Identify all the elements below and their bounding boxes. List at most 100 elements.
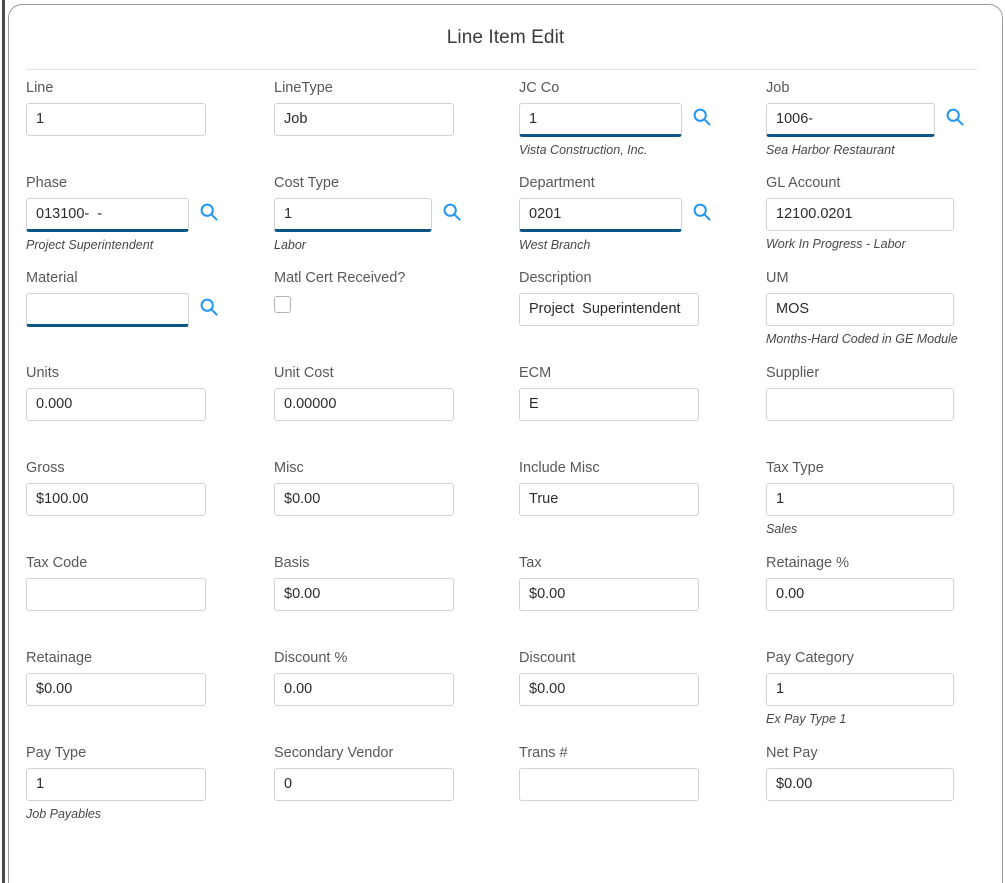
supplier-input-wrap — [766, 388, 954, 421]
line-item-edit-card: Line Item Edit Line 1 LineType Job JC Co 1 Vis… — [8, 4, 1003, 883]
phase-input-wrap: 013100- - — [26, 198, 219, 232]
discount-percent-label: Discount % — [274, 650, 348, 666]
misc-input[interactable]: $0.00 — [274, 483, 454, 516]
misc-input-wrap: $0.00 — [274, 483, 454, 516]
form-row: Phase 013100- - Project Superintendent Cost… — [9, 174, 1002, 269]
pay-category-helper-text: Ex Pay Type 1 — [766, 712, 847, 726]
description-label: Description — [519, 270, 592, 286]
search-icon[interactable] — [945, 107, 965, 127]
department-input-wrap: 0201 — [519, 198, 712, 232]
line-type-input[interactable]: Job — [274, 103, 454, 136]
field-department: Department 0201 West Branch — [519, 174, 712, 252]
line-label: Line — [26, 80, 54, 96]
pay-type-input[interactable]: 1 — [26, 768, 206, 801]
field-net-pay: Net Pay $0.00 — [766, 744, 954, 801]
page-title: Line Item Edit — [446, 27, 565, 48]
include-misc-input[interactable]: True — [519, 483, 699, 516]
search-icon[interactable] — [692, 202, 712, 222]
field-discount: Discount $0.00 — [519, 649, 699, 706]
search-icon[interactable] — [442, 202, 462, 222]
cost-type-input-wrap: 1 — [274, 198, 462, 232]
field-secondary-vendor: Secondary Vendor 0 — [274, 744, 454, 801]
material-input-wrap — [26, 293, 219, 327]
um-input-wrap: MOS — [766, 293, 958, 326]
supplier-input[interactable] — [766, 388, 954, 421]
form-row: Tax Code Basis $0.00 Tax $0.00 Retainage % 0.0… — [9, 554, 1002, 649]
job-input-wrap: 1006- — [766, 103, 965, 137]
gross-input-wrap: $100.00 — [26, 483, 206, 516]
pay-category-input[interactable]: 1 — [766, 673, 954, 706]
line-input[interactable]: 1 — [26, 103, 206, 136]
phase-input[interactable]: 013100- - — [26, 198, 189, 232]
discount-percent-input-wrap: 0.00 — [274, 673, 454, 706]
field-units: Units 0.000 — [26, 364, 206, 421]
pay-category-input-wrap: 1 — [766, 673, 954, 706]
discount-input[interactable]: $0.00 — [519, 673, 699, 706]
supplier-label: Supplier — [766, 365, 820, 381]
description-input[interactable]: Project Superintendent — [519, 293, 699, 326]
matl-cert-received-label: Matl Cert Received? — [274, 270, 406, 286]
form-row: Units 0.000 Unit Cost 0.00000 ECM E Supplier — [9, 364, 1002, 459]
ecm-input[interactable]: E — [519, 388, 699, 421]
tax-type-input[interactable]: 1 — [766, 483, 954, 516]
tax-type-helper-text: Sales — [766, 522, 798, 536]
material-input[interactable] — [26, 293, 189, 327]
field-material: Material — [26, 269, 219, 327]
tax-input-wrap: $0.00 — [519, 578, 699, 611]
include-misc-label: Include Misc — [519, 460, 600, 476]
unit-cost-input[interactable]: 0.00000 — [274, 388, 454, 421]
cost-type-input[interactable]: 1 — [274, 198, 432, 232]
gl-account-input[interactable]: 12100.0201 — [766, 198, 954, 231]
form-row: Material Matl Cert Received? Description Pr… — [9, 269, 1002, 364]
unit-cost-input-wrap: 0.00000 — [274, 388, 454, 421]
gross-input[interactable]: $100.00 — [26, 483, 206, 516]
net-pay-input-wrap: $0.00 — [766, 768, 954, 801]
gl-account-input-wrap: 12100.0201 — [766, 198, 954, 231]
form-row: Retainage $0.00 Discount % 0.00 Discount $0.0… — [9, 649, 1002, 744]
department-input[interactable]: 0201 — [519, 198, 682, 232]
vertical-scrollbar[interactable] — [0, 0, 5, 883]
ecm-label: ECM — [519, 365, 552, 381]
tax-code-input[interactable] — [26, 578, 206, 611]
line-type-input-wrap: Job — [274, 103, 454, 136]
scrollbar-thumb[interactable] — [2, 0, 5, 883]
retainage-percent-input-wrap: 0.00 — [766, 578, 954, 611]
form-row: Gross $100.00 Misc $0.00 Include Misc True Tax… — [9, 459, 1002, 554]
jc-co-input[interactable]: 1 — [519, 103, 682, 137]
jc-co-helper-text: Vista Construction, Inc. — [519, 143, 648, 157]
retainage-percent-input[interactable]: 0.00 — [766, 578, 954, 611]
field-basis: Basis $0.00 — [274, 554, 454, 611]
pay-type-label: Pay Type — [26, 745, 87, 761]
misc-label: Misc — [274, 460, 304, 476]
jc-co-label: JC Co — [519, 80, 560, 96]
trans-number-input[interactable] — [519, 768, 699, 801]
secondary-vendor-input-wrap: 0 — [274, 768, 454, 801]
search-icon[interactable] — [692, 107, 712, 127]
retainage-input[interactable]: $0.00 — [26, 673, 206, 706]
field-jc-co: JC Co 1 Vista Construction, Inc. — [519, 79, 712, 157]
matl-cert-received-input-wrap — [274, 293, 405, 313]
job-input[interactable]: 1006- — [766, 103, 935, 137]
units-input[interactable]: 0.000 — [26, 388, 206, 421]
search-icon[interactable] — [199, 297, 219, 317]
field-supplier: Supplier — [766, 364, 954, 421]
jc-co-input-wrap: 1 — [519, 103, 712, 137]
basis-input[interactable]: $0.00 — [274, 578, 454, 611]
net-pay-input[interactable]: $0.00 — [766, 768, 954, 801]
secondary-vendor-label: Secondary Vendor — [274, 745, 394, 761]
field-retainage: Retainage $0.00 — [26, 649, 206, 706]
field-unit-cost: Unit Cost 0.00000 — [274, 364, 454, 421]
field-cost-type: Cost Type 1 Labor — [274, 174, 462, 252]
um-input[interactable]: MOS — [766, 293, 954, 326]
discount-percent-input[interactable]: 0.00 — [274, 673, 454, 706]
line-input-wrap: 1 — [26, 103, 206, 136]
matl-cert-received-checkbox[interactable] — [274, 296, 291, 313]
field-job: Job 1006- Sea Harbor Restaurant — [766, 79, 965, 157]
tax-input[interactable]: $0.00 — [519, 578, 699, 611]
field-tax-type: Tax Type 1 Sales — [766, 459, 954, 536]
search-icon[interactable] — [199, 202, 219, 222]
net-pay-label: Net Pay — [766, 745, 818, 761]
field-misc: Misc $0.00 — [274, 459, 454, 516]
secondary-vendor-input[interactable]: 0 — [274, 768, 454, 801]
units-input-wrap: 0.000 — [26, 388, 206, 421]
